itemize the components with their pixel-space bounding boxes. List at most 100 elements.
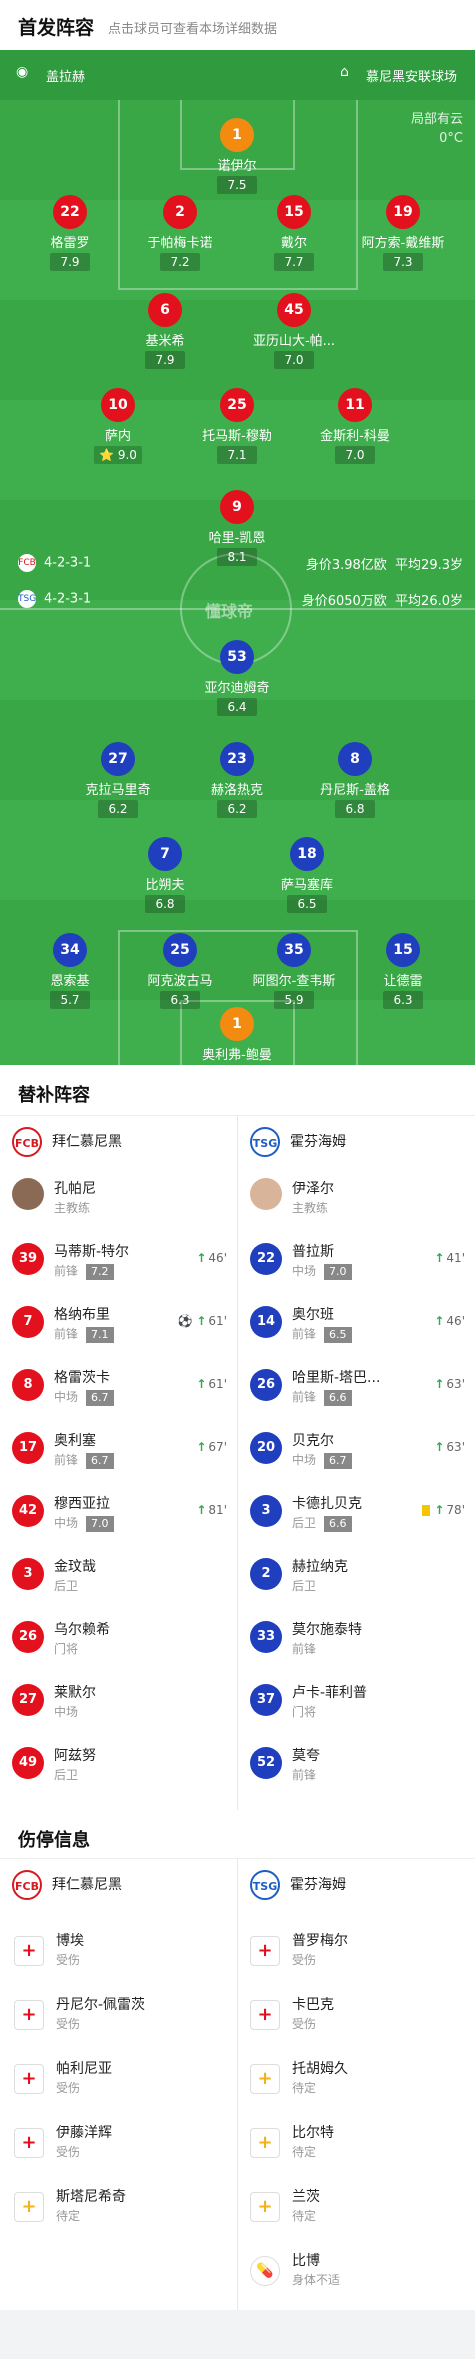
home-player[interactable]: 19 阿方索-戴维斯 7.3 <box>343 195 463 271</box>
home-player[interactable]: 10 萨内 ⭐ 9.0 <box>58 388 178 464</box>
hoffenheim-logo-icon: TSG <box>250 1870 280 1900</box>
away-player[interactable]: 25 阿克波古马 6.3 <box>120 933 240 1009</box>
injury-row[interactable]: + 伊藤洋辉 受伤 <box>14 2114 234 2180</box>
injury-row[interactable]: + 帕利尼亚 受伤 <box>14 2050 234 2116</box>
player-name: 基米希 <box>145 334 185 349</box>
substitute-row[interactable]: 26 哈里斯-塔巴... 前锋 6.6 ↑ 63' <box>250 1359 475 1419</box>
substitute-row[interactable]: 42 穆西亚拉 中场 7.0 ↑ 81' <box>12 1485 237 1545</box>
home-player[interactable]: 9 哈里-凯恩 8.1 <box>177 490 297 566</box>
player-rating: 8.1 <box>217 548 257 566</box>
medical-cross-icon: + <box>14 2128 44 2158</box>
home-player[interactable]: 1 诺伊尔 7.5 <box>177 118 297 194</box>
lineup-header: 首发阵容 点击球员可查看本场详细数据 <box>0 0 475 50</box>
player-name: 博埃 <box>56 1933 84 1949</box>
player-name: 阿方索-戴维斯 <box>361 236 445 251</box>
sub-on-minute: ⚽ ↑ 61' <box>177 1314 227 1328</box>
substitute-row[interactable]: 14 奥尔班 前锋 6.5 ↑ 46' <box>250 1296 475 1356</box>
player-name: 克拉马里奇 <box>85 783 151 798</box>
player-rating: 7.1 <box>217 446 257 464</box>
away-player[interactable]: 34 恩索基 5.7 <box>10 933 130 1009</box>
jersey-number: 25 <box>220 388 254 422</box>
injury-status: 身体不适 <box>292 2273 341 2287</box>
substitute-row[interactable]: 27 莱默尔 中场 <box>12 1674 237 1734</box>
injury-row[interactable]: + 比尔特 待定 <box>250 2114 470 2180</box>
page-title: 首发阵容 <box>18 17 95 39</box>
player-name: 伊泽尔 <box>292 1181 334 1197</box>
player-rating: 7.1 <box>86 1327 114 1343</box>
sub-on-icon: ↑ <box>196 1377 207 1391</box>
player-name: 金斯利-科曼 <box>320 429 390 444</box>
player-name: 斯塔尼希奇 <box>56 2189 126 2205</box>
bayern-logo-icon: FCB <box>12 1127 42 1157</box>
jersey-number: 9 <box>220 490 254 524</box>
home-player[interactable]: 45 亚历山大-帕... 7.0 <box>234 293 354 369</box>
medical-cross-icon: + <box>250 1936 280 1966</box>
substitute-row[interactable]: 3 卡德扎贝克 后卫 6.6 ↑ 78' <box>250 1485 475 1545</box>
player-name: 金玟哉 <box>54 1559 96 1575</box>
jersey-number: 33 <box>250 1621 282 1653</box>
substitute-row[interactable]: 22 普拉斯 中场 7.0 ↑ 41' <box>250 1233 475 1293</box>
substitute-row[interactable]: 伊泽尔 主教练 <box>250 1170 475 1230</box>
sub-on-minute: ↑ 81' <box>196 1503 227 1517</box>
home-player[interactable]: 2 于帕梅卡诺 7.2 <box>120 195 240 271</box>
home-player[interactable]: 15 戴尔 7.7 <box>234 195 354 271</box>
medical-cross-icon: + <box>14 2192 44 2222</box>
substitute-row[interactable]: 3 金玟哉 后卫 <box>12 1548 237 1608</box>
player-rating: 7.7 <box>274 253 314 271</box>
player-rating: 6.2 <box>98 800 138 818</box>
substitute-row[interactable]: 26 乌尔赖希 门将 <box>12 1611 237 1671</box>
player-position: 门将 <box>292 1705 317 1719</box>
player-name: 于帕梅卡诺 <box>147 236 213 251</box>
page-subtitle: 点击球员可查看本场详细数据 <box>108 22 278 37</box>
injury-row[interactable]: 💊 比博 身体不适 <box>250 2242 470 2308</box>
player-position: 中场 7.0 <box>292 1262 352 1280</box>
substitute-row[interactable]: 8 格雷茨卡 中场 6.7 ↑ 61' <box>12 1359 237 1419</box>
substitute-row[interactable]: 17 奥利塞 前锋 6.7 ↑ 67' <box>12 1422 237 1482</box>
injury-row[interactable]: + 兰茨 待定 <box>250 2178 470 2244</box>
player-position: 前锋 <box>292 1642 317 1656</box>
away-player[interactable]: 18 萨马塞库 6.5 <box>247 837 367 913</box>
away-player[interactable]: 8 丹尼斯-盖格 6.8 <box>295 742 415 818</box>
home-player[interactable]: 22 格雷罗 7.9 <box>10 195 130 271</box>
player-rating: 7.3 <box>383 253 423 271</box>
medical-cross-icon: + <box>250 2000 280 2030</box>
substitute-row[interactable]: 20 贝克尔 中场 6.7 ↑ 63' <box>250 1422 475 1482</box>
injury-row[interactable]: + 普罗梅尔 受伤 <box>250 1922 470 1988</box>
player-rating: 7.0 <box>324 1264 352 1280</box>
substitute-row[interactable]: 52 莫夸 前锋 <box>250 1737 475 1797</box>
substitute-row[interactable]: 49 阿兹努 后卫 <box>12 1737 237 1797</box>
substitute-row[interactable]: 39 马蒂斯-特尔 前锋 7.2 ↑ 46' <box>12 1233 237 1293</box>
player-name: 戴尔 <box>280 236 307 251</box>
jersey-number: 11 <box>338 388 372 422</box>
away-player[interactable]: 35 阿图尔-查韦斯 5.9 <box>234 933 354 1009</box>
player-rating: 6.4 <box>217 698 257 716</box>
substitute-row[interactable]: 37 卢卡-菲利普 门将 <box>250 1674 475 1734</box>
home-team-header: FCB 拜仁慕尼黑 <box>12 1127 122 1157</box>
substitute-row[interactable]: 7 格纳布里 前锋 7.1 ⚽ ↑ 61' <box>12 1296 237 1356</box>
home-player[interactable]: 6 基米希 7.9 <box>105 293 225 369</box>
away-player[interactable]: 1奥利弗-鲍曼7.0 <box>177 1007 297 1065</box>
injury-row[interactable]: + 斯塔尼希奇 待定 <box>14 2178 234 2244</box>
sub-on-icon: ↑ <box>434 1503 445 1517</box>
away-player[interactable]: 23 赫洛热克 6.2 <box>177 742 297 818</box>
injury-row[interactable]: + 托胡姆久 待定 <box>250 2050 470 2116</box>
jersey-number: 14 <box>250 1306 282 1338</box>
player-position: 前锋 7.1 <box>54 1325 114 1343</box>
sub-on-minute: ↑ 41' <box>434 1251 465 1265</box>
away-player[interactable]: 27 克拉马里奇 6.2 <box>58 742 178 818</box>
home-player[interactable]: 25 托马斯-穆勒 7.1 <box>177 388 297 464</box>
away-player[interactable]: 15 让德雷 6.3 <box>343 933 463 1009</box>
away-player[interactable]: 53 亚尔迪姆奇 6.4 <box>177 640 297 716</box>
injury-row[interactable]: + 卡巴克 受伤 <box>250 1986 470 2052</box>
player-rating: 6.3 <box>383 991 423 1009</box>
hoffenheim-logo-icon: TSG <box>18 590 36 608</box>
match-info-bar: ◉ 盖拉赫 ⌂ 慕尼黑安联球场 <box>0 50 475 100</box>
injury-row[interactable]: + 丹尼尔-佩雷茨 受伤 <box>14 1986 234 2052</box>
substitute-row[interactable]: 2 赫拉纳克 后卫 <box>250 1548 475 1608</box>
injury-row[interactable]: + 博埃 受伤 <box>14 1922 234 1988</box>
substitute-row[interactable]: 33 莫尔施泰特 前锋 <box>250 1611 475 1671</box>
home-player[interactable]: 11 金斯利-科曼 7.0 <box>295 388 415 464</box>
away-player[interactable]: 7 比朔夫 6.8 <box>105 837 225 913</box>
player-name: 莫夸 <box>292 1748 320 1764</box>
substitute-row[interactable]: 孔帕尼 主教练 <box>12 1170 237 1230</box>
